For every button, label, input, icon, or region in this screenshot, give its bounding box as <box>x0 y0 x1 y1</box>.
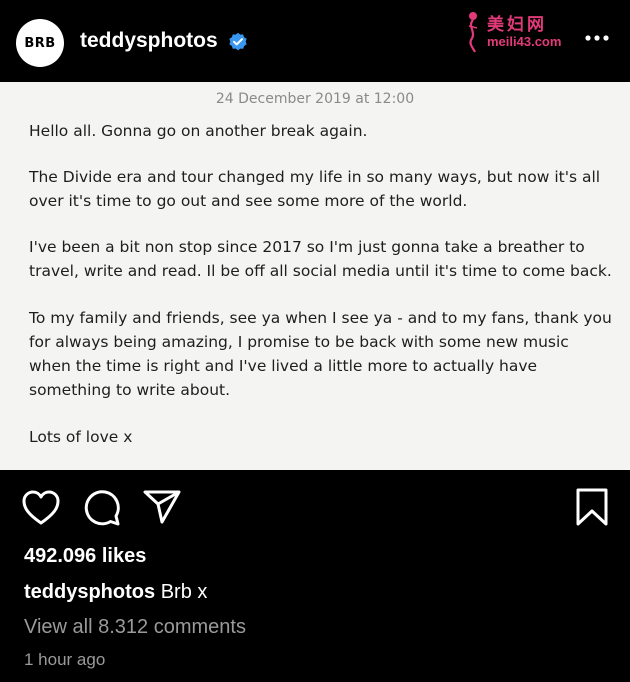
post-timestamp: 1 hour ago <box>24 650 106 669</box>
post-paragraph: To my family and friends, see ya when I … <box>29 306 619 402</box>
post-line: travel, write and read. Il be off all so… <box>29 262 612 280</box>
post-paragraph: Lots of love x <box>29 425 619 449</box>
post-line: when the time is right and I've lived a … <box>29 357 538 375</box>
caption: teddysphotos Brb x <box>24 581 207 604</box>
post-line: The Divide era and tour changed my life … <box>29 168 601 186</box>
comment-icon[interactable] <box>83 489 121 527</box>
caption-text: Brb x <box>160 581 208 603</box>
post-line: I've been a bit non stop since 2017 so I… <box>29 238 585 256</box>
username[interactable]: teddysphotos <box>80 29 218 53</box>
post-image[interactable]: 24 December 2019 at 12:00 Hello all. Gon… <box>0 82 630 470</box>
post-line: Hello all. Gonna go on another break aga… <box>29 122 368 140</box>
bookmark-icon[interactable] <box>575 487 609 527</box>
watermark: 美妇网 meili43.com <box>463 10 575 54</box>
post-line: for always being amazing, I promise to b… <box>29 333 569 351</box>
post-paragraph: The Divide era and tour changed my life … <box>29 165 619 213</box>
watermark-chinese: 美妇网 <box>487 15 547 35</box>
watermark-figure-icon <box>468 12 478 53</box>
more-options-icon[interactable] <box>584 33 610 43</box>
post-line: Lots of love x <box>29 428 133 446</box>
post-date: 24 December 2019 at 12:00 <box>215 91 415 107</box>
avatar[interactable]: BRB <box>16 19 64 67</box>
view-comments-link[interactable]: View all 8.312 comments <box>24 616 246 639</box>
post-header: BRB teddysphotos 美妇网 meili43.com <box>0 0 630 82</box>
caption-username[interactable]: teddysphotos <box>24 581 155 603</box>
heart-icon[interactable] <box>22 490 60 526</box>
post-paragraph: I've been a bit non stop since 2017 so I… <box>29 235 619 283</box>
post-line: To my family and friends, see ya when I … <box>29 309 612 327</box>
likes-count[interactable]: 492.096 likes <box>24 545 146 568</box>
share-icon[interactable] <box>143 489 181 525</box>
verified-badge-icon <box>229 32 247 51</box>
post-line: over it's time to go out and see some mo… <box>29 192 468 210</box>
watermark-url: meili43.com <box>487 34 562 49</box>
post-line: something to write about. <box>29 381 231 399</box>
post-paragraph: Hello all. Gonna go on another break aga… <box>29 119 619 143</box>
action-bar <box>0 470 630 550</box>
